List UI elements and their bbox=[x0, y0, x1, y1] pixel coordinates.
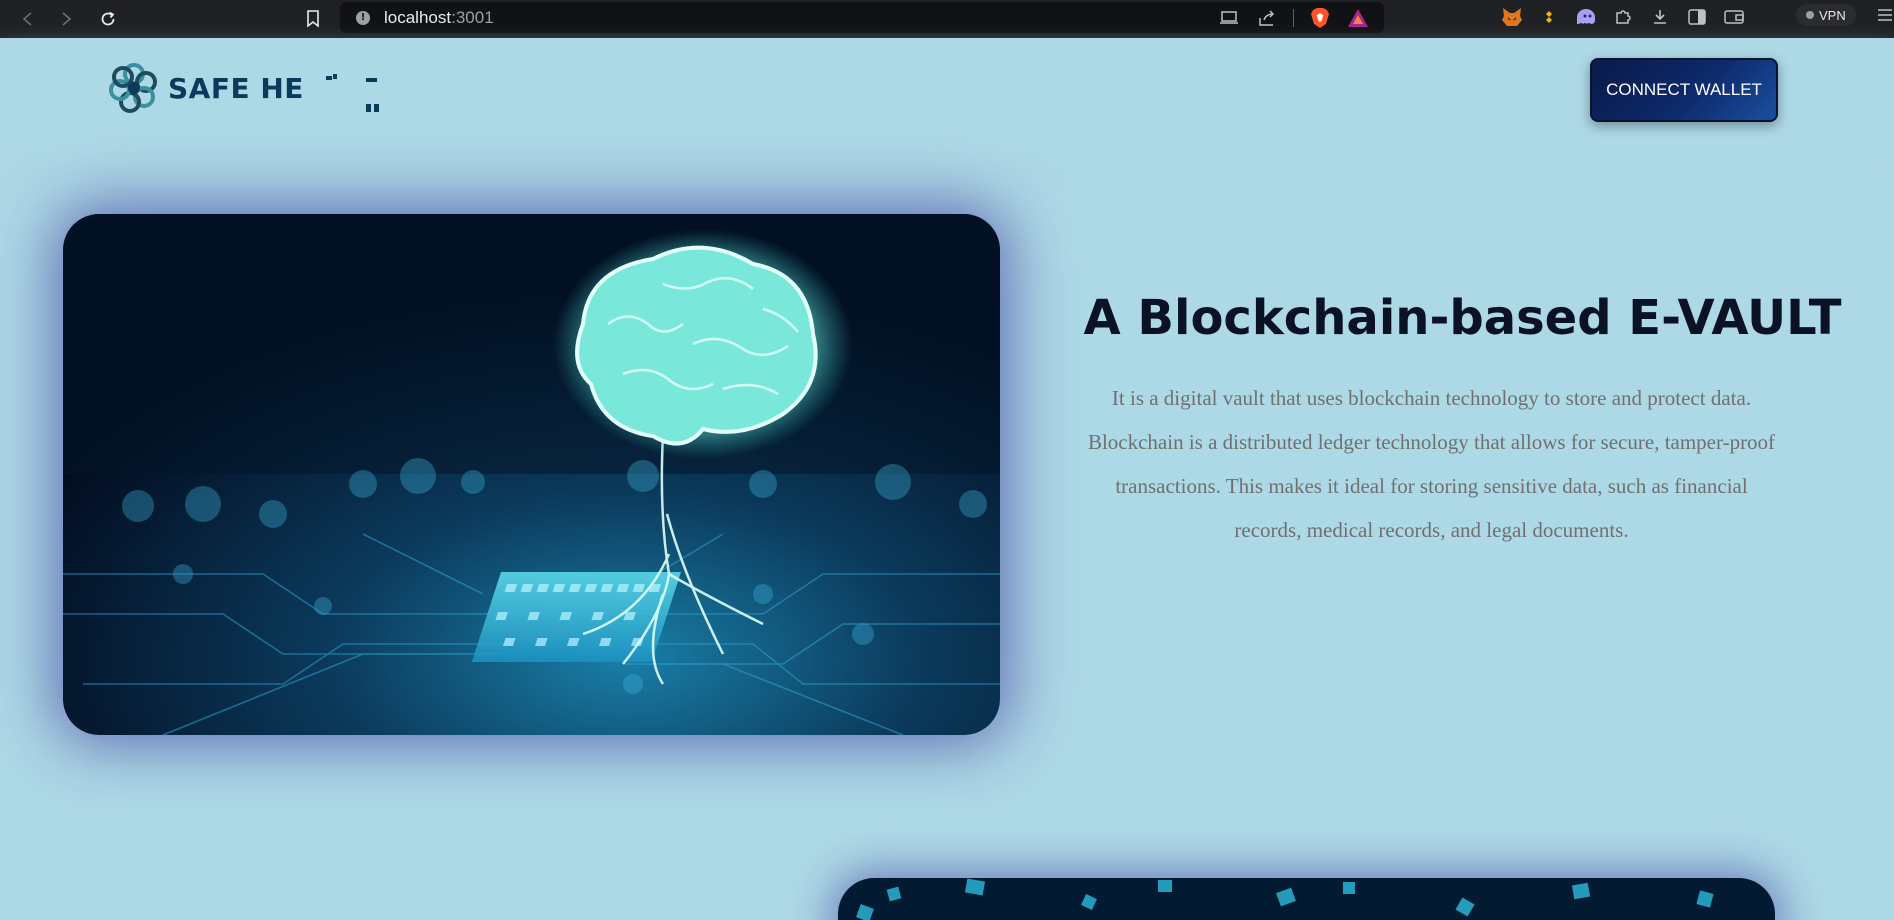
vpn-label: VPN bbox=[1819, 7, 1846, 23]
hero-title: A Blockchain-based E-VAULT bbox=[1083, 290, 1842, 346]
logo-glitch-graphic bbox=[326, 74, 379, 112]
cast-icon[interactable] bbox=[1217, 6, 1241, 30]
wallet-icon[interactable] bbox=[1722, 5, 1746, 29]
phantom-ghost-icon[interactable] bbox=[1574, 5, 1598, 29]
connect-wallet-button[interactable]: CONNECT WALLET bbox=[1590, 58, 1778, 122]
extensions-puzzle-icon[interactable] bbox=[1611, 5, 1635, 29]
vpn-button[interactable]: VPN bbox=[1796, 4, 1856, 26]
site-header: SAFE HE CONNECT WALLET bbox=[0, 38, 1894, 148]
logo-flower-icon bbox=[109, 63, 157, 113]
hero-image-brain-circuit bbox=[63, 214, 1000, 735]
reload-icon[interactable] bbox=[94, 5, 122, 33]
browser-toolbar: ! localhost:3001 VPN bbox=[0, 0, 1894, 38]
bookmark-icon[interactable] bbox=[299, 5, 327, 33]
url-text[interactable]: localhost:3001 bbox=[384, 8, 494, 28]
logo-text: SAFE HE bbox=[168, 71, 304, 105]
menu-icon[interactable] bbox=[1878, 7, 1892, 26]
binance-wallet-icon[interactable] bbox=[1537, 5, 1561, 29]
hero-description: It is a digital vault that uses blockcha… bbox=[1087, 386, 1776, 542]
back-arrow-icon[interactable] bbox=[14, 5, 42, 33]
url-host: localhost bbox=[384, 7, 452, 27]
url-port: :3001 bbox=[451, 7, 494, 27]
sidebar-toggle-icon[interactable] bbox=[1685, 5, 1709, 29]
brave-rewards-icon[interactable] bbox=[1346, 6, 1370, 30]
address-bar[interactable]: ! localhost:3001 bbox=[340, 2, 1384, 33]
share-icon[interactable] bbox=[1255, 6, 1279, 30]
forward-arrow-icon[interactable] bbox=[52, 5, 80, 33]
download-icon[interactable] bbox=[1648, 5, 1672, 29]
site-info-icon[interactable]: ! bbox=[356, 10, 370, 25]
divider bbox=[1293, 9, 1294, 27]
section-image-blockchain-cubes bbox=[838, 878, 1775, 920]
vpn-status-icon bbox=[1806, 11, 1814, 19]
site-logo[interactable]: SAFE HE bbox=[108, 62, 379, 114]
brave-shield-icon[interactable] bbox=[1308, 6, 1332, 30]
metamask-fox-icon[interactable] bbox=[1500, 5, 1524, 29]
